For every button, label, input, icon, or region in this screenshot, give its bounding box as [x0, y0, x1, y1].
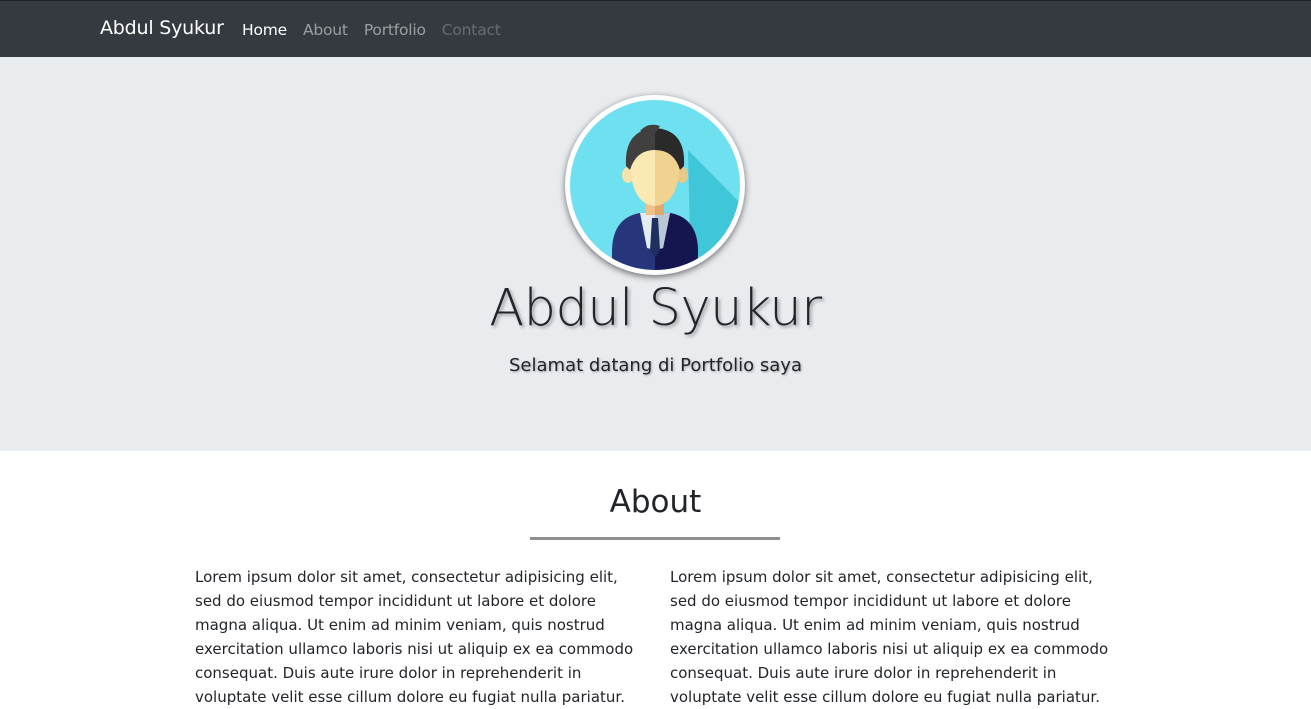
about-heading: About	[609, 484, 702, 520]
profile-avatar	[565, 95, 745, 275]
about-text-right: Lorem ipsum dolor sit amet, consectetur …	[670, 568, 1109, 706]
navbar-brand[interactable]: Abdul Syukur	[100, 17, 224, 39]
nav-item-home[interactable]: Home	[242, 21, 287, 39]
nav-links: Home About Portfolio Contact	[242, 21, 517, 39]
about-text-left: Lorem ipsum dolor sit amet, consectetur …	[195, 568, 634, 706]
top-navbar: Abdul Syukur Home About Portfolio Contac…	[0, 0, 1311, 57]
hero-jumbotron: Abdul Syukur Selamat datang di Portfolio…	[0, 57, 1311, 451]
about-divider	[530, 537, 780, 540]
businessman-avatar-icon	[570, 100, 740, 270]
hero-tagline: Selamat datang di Portfolio saya	[509, 355, 802, 376]
nav-item-about[interactable]: About	[303, 21, 348, 39]
nav-item-portfolio[interactable]: Portfolio	[364, 21, 426, 39]
nav-item-contact[interactable]: Contact	[442, 21, 501, 39]
hero-name: Abdul Syukur	[489, 279, 822, 338]
